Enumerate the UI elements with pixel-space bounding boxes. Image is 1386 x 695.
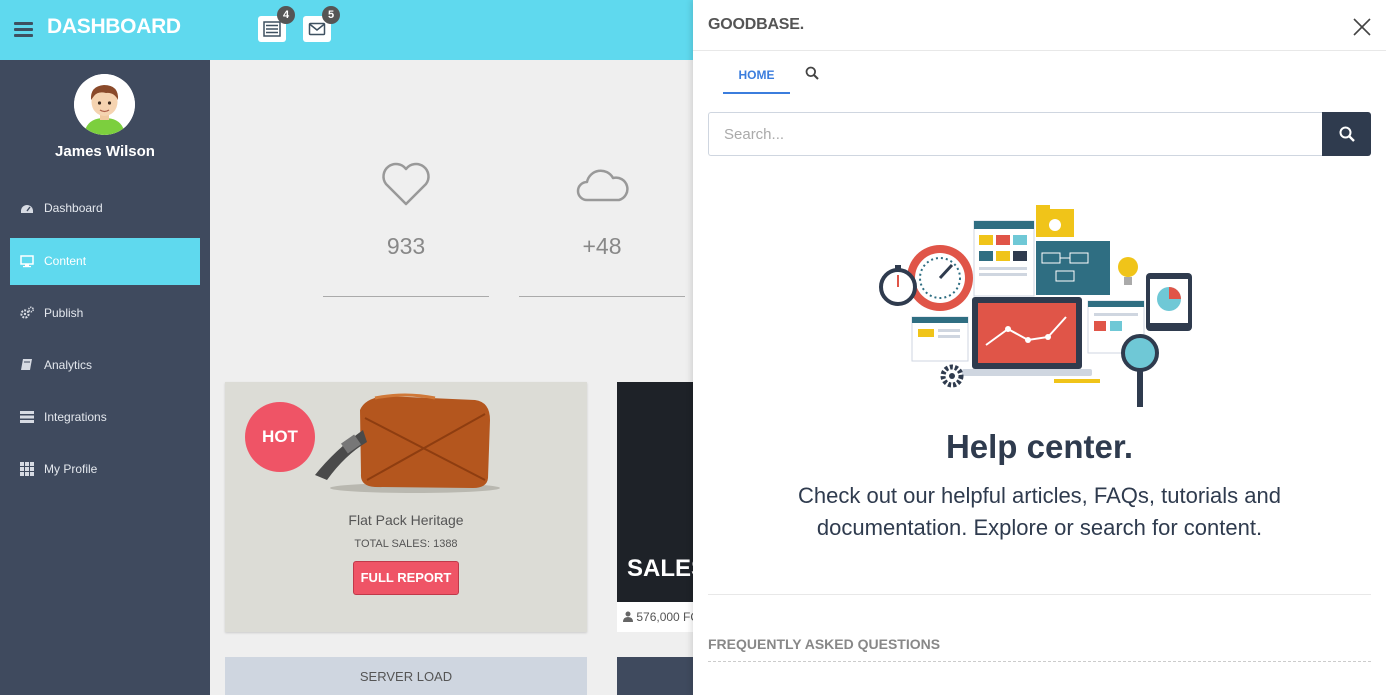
brand-title: DASHBOARD <box>47 15 181 38</box>
tab-search[interactable] <box>805 66 821 82</box>
sidebar-item-publish[interactable]: Publish <box>10 290 200 337</box>
monitor-icon <box>20 255 34 268</box>
grid-icon <box>20 462 34 476</box>
heart-icon <box>382 162 430 206</box>
help-center-title: Help center. <box>945 428 1134 465</box>
hot-badge: HOT <box>245 402 315 472</box>
sales-footer-value: 576,000 FO <box>636 610 693 624</box>
sales-heading: SALES <box>627 555 693 582</box>
main-content: 933 +48 HOT Flat Pack Heritage TOTAL SAL… <box>210 60 693 695</box>
stat-cloud: +48 <box>519 160 685 297</box>
sales-card-footer: 576,000 FO <box>617 602 693 632</box>
stat-likes: 933 <box>323 160 489 297</box>
hamburger-menu-icon[interactable] <box>14 22 33 37</box>
sidebar-item-label: Integrations <box>44 410 107 424</box>
close-icon <box>1353 18 1371 36</box>
total-sales-text: TOTAL SALES: 1388 <box>354 538 458 550</box>
cogs-icon <box>20 306 34 319</box>
help-center-description: Check out our helpful articles, FAQs, tu… <box>797 483 1281 540</box>
sales-card: SALES <box>617 382 693 632</box>
avatar[interactable] <box>74 74 135 135</box>
search-button[interactable] <box>1322 112 1371 156</box>
sidebar-item-dashboard[interactable]: Dashboard <box>10 185 200 232</box>
divider <box>708 594 1371 595</box>
envelope-icon <box>308 22 326 36</box>
sidebar-item-label: Dashboard <box>44 201 103 215</box>
dark-card-strip <box>617 657 693 695</box>
product-name: Flat Pack Heritage <box>348 512 464 528</box>
sidebar-item-content[interactable]: Content <box>10 238 200 285</box>
messages-notification-button[interactable]: 5 <box>303 6 340 42</box>
dashboard-icon <box>21 205 33 213</box>
help-panel: GOODBASE. HOME Search... Help center. Ch… <box>693 0 1386 695</box>
tasks-notification-button[interactable]: 4 <box>258 6 295 42</box>
search-icon <box>1339 126 1355 142</box>
sidebar-item-label: Publish <box>44 306 84 320</box>
stat-value: +48 <box>582 233 622 259</box>
search-input[interactable] <box>708 112 1323 156</box>
sidebar-item-analytics[interactable]: Analytics <box>10 342 200 389</box>
server-load-card: SERVER LOAD <box>225 657 587 695</box>
sidebar-item-label: My Profile <box>44 462 98 476</box>
user-name: James Wilson <box>55 143 155 160</box>
message-count-badge: 5 <box>322 6 340 24</box>
user-avatar-illustration <box>74 74 135 135</box>
close-button[interactable] <box>1351 16 1373 38</box>
notification-count-badge: 4 <box>277 6 295 24</box>
faq-divider <box>708 661 1371 662</box>
sidebar-item-my-profile[interactable]: My Profile <box>10 446 200 493</box>
book-icon <box>21 359 32 370</box>
divider <box>693 50 1386 51</box>
sidebar-item-label: Content <box>44 254 87 268</box>
product-card: HOT Flat Pack Heritage TOTAL SALES: 1388… <box>225 382 587 632</box>
sidebar-item-label: Analytics <box>44 358 93 372</box>
leather-bag-image <box>315 393 500 493</box>
help-center-illustration <box>879 205 1192 407</box>
list-icon <box>263 21 281 37</box>
search-icon <box>805 66 819 80</box>
stat-value: 933 <box>386 233 426 259</box>
faq-section-title: FREQUENTLY ASKED QUESTIONS <box>708 636 941 652</box>
sidebar-item-integrations[interactable]: Integrations <box>10 394 200 441</box>
tab-home[interactable]: HOME <box>723 60 790 94</box>
user-icon <box>623 611 633 622</box>
full-report-button[interactable]: FULL REPORT <box>353 561 459 595</box>
cloud-icon <box>576 169 629 202</box>
sidebar: James Wilson Dashboard Content Publish A… <box>0 60 210 695</box>
stat-divider <box>323 296 489 297</box>
panel-title: GOODBASE. <box>708 16 804 33</box>
tasks-icon <box>20 411 34 423</box>
stat-divider <box>519 296 685 297</box>
